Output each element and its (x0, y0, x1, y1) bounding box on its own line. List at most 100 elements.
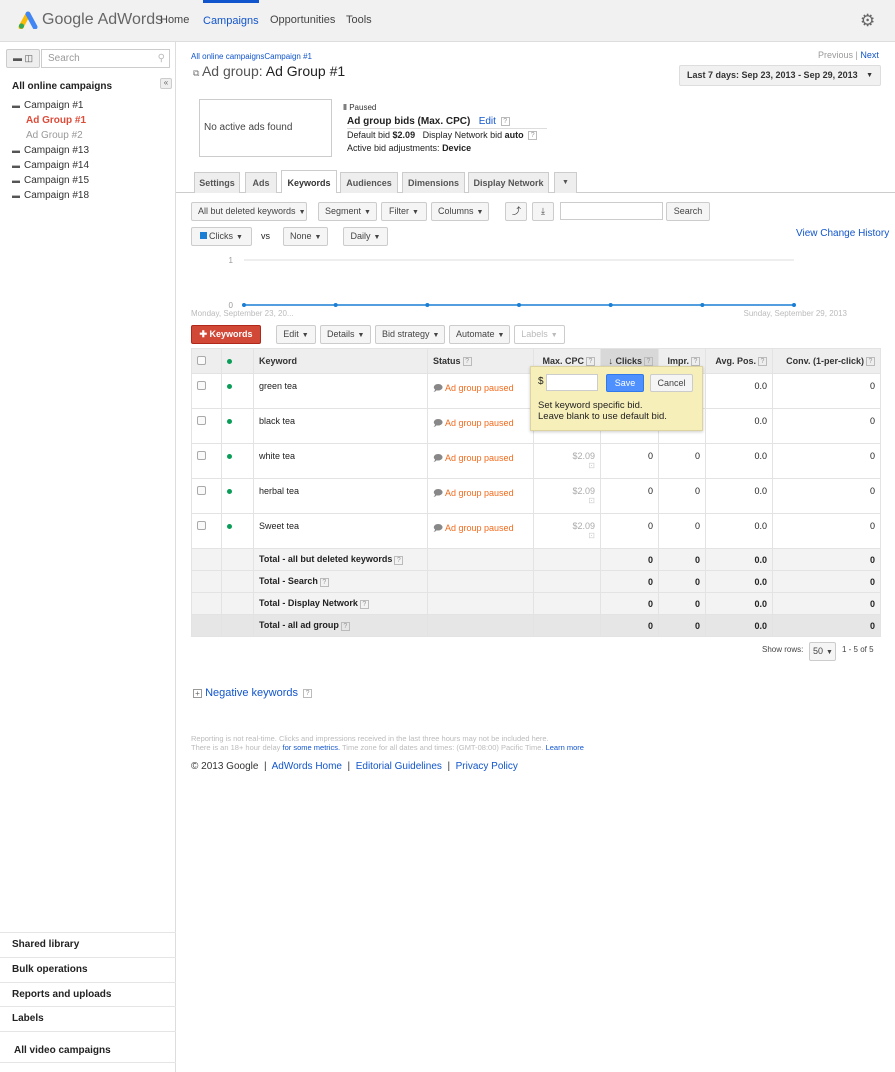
bid-strategy-button[interactable]: Bid strategy ▼ (375, 325, 445, 344)
max-cpc-cell[interactable]: $2.09 ⊡ (533, 443, 601, 479)
bid-simulator-icon[interactable]: ⊡ (539, 496, 595, 505)
chart-toggle-icon[interactable]: ⤴ (505, 202, 527, 221)
help-icon[interactable]: ? (586, 357, 595, 367)
bid-simulator-icon[interactable]: ⊡ (539, 531, 595, 540)
sidebar-tree-item[interactable]: ▬ Campaign #13 (12, 145, 89, 156)
sidebar-title[interactable]: All online campaigns (12, 81, 112, 92)
details-button[interactable]: Details ▼ (320, 325, 371, 344)
col-keyword[interactable]: Keyword (253, 348, 428, 374)
max-cpc-cell[interactable]: $2.09 ⊡ (533, 513, 601, 549)
comment-icon[interactable]: 🗩 (433, 418, 443, 428)
keyword-cell[interactable]: herbal tea (253, 478, 428, 514)
previous-link[interactable]: Previous (818, 50, 853, 60)
nav-opportunities[interactable]: Opportunities (270, 0, 335, 42)
help-icon[interactable]: ? (866, 357, 875, 367)
row-checkbox[interactable] (197, 381, 206, 390)
breadcrumb-all-campaigns[interactable]: All online campaigns (191, 52, 264, 61)
sidebar-tree-item[interactable]: ▬ Campaign #1 (12, 100, 83, 111)
comment-icon[interactable]: 🗩 (433, 453, 443, 463)
collapse-sidebar-icon[interactable]: « (160, 78, 172, 89)
folder-view-toggle[interactable]: ▬ ◫ (6, 49, 40, 68)
col-status[interactable]: Status? (427, 348, 534, 374)
data-point[interactable] (608, 303, 613, 307)
help-icon[interactable]: ? (303, 688, 313, 698)
privacy-policy-link[interactable]: Privacy Policy (456, 761, 518, 772)
help-icon[interactable]: ? (462, 357, 472, 367)
automate-button[interactable]: Automate ▼ (449, 325, 510, 344)
data-point[interactable] (517, 303, 521, 307)
some-metrics-link[interactable]: for some metrics. (283, 743, 341, 752)
row-checkbox[interactable] (197, 451, 206, 460)
help-icon[interactable]: ? (644, 357, 653, 367)
col-avg-pos[interactable]: Avg. Pos.? (705, 348, 773, 374)
sidebar-reports-uploads[interactable]: Reports and uploads (0, 982, 176, 1007)
more-tabs-button[interactable]: ▼ (554, 172, 577, 193)
breadcrumb-campaign[interactable]: Campaign #1 (264, 52, 312, 61)
col-conv[interactable]: Conv. (1-per-click)? (772, 348, 881, 374)
select-all-checkbox[interactable] (197, 355, 206, 365)
labels-button[interactable]: Labels ▼ (514, 325, 565, 344)
help-icon[interactable]: ? (359, 599, 369, 609)
download-icon[interactable]: ⤓ (532, 202, 554, 221)
help-icon[interactable]: ? (340, 621, 350, 631)
next-link[interactable]: Next (860, 50, 879, 60)
tab-dimensions[interactable]: Dimensions (402, 172, 465, 193)
sidebar-shared-library[interactable]: Shared library (0, 932, 176, 957)
sidebar-tree-item[interactable]: Ad Group #2 (26, 130, 83, 141)
keyword-cell[interactable]: Sweet tea (253, 513, 428, 549)
edit-button[interactable]: Edit ▼ (276, 325, 316, 344)
sidebar-tree-item[interactable]: ▬ Campaign #15 (12, 175, 89, 186)
negative-keywords-toggle[interactable]: + Negative keywords ? (193, 687, 313, 699)
segment-button[interactable]: Segment ▼ (318, 202, 377, 221)
sidebar-tree-item[interactable]: ▬ Campaign #14 (12, 160, 89, 171)
tab-ads[interactable]: Ads (245, 172, 277, 193)
columns-button[interactable]: Columns ▼ (431, 202, 489, 221)
help-icon[interactable]: ? (319, 577, 329, 587)
help-icon[interactable]: ? (500, 116, 510, 126)
keyword-cell[interactable]: white tea (253, 443, 428, 479)
sidebar-video-campaigns[interactable]: All video campaigns (0, 1031, 176, 1063)
nav-tools[interactable]: Tools (346, 0, 372, 42)
date-range-selector[interactable]: Last 7 days: Sep 23, 2013 - Sep 29, 2013… (679, 65, 881, 86)
help-icon[interactable]: ? (528, 131, 538, 141)
keyword-filter-dropdown[interactable]: All but deleted keywords ▼ (191, 202, 307, 221)
edit-bids-link[interactable]: Edit (479, 116, 496, 127)
editorial-guidelines-link[interactable]: Editorial Guidelines (356, 761, 442, 772)
sidebar-labels[interactable]: Labels (0, 1006, 176, 1031)
help-icon[interactable]: ? (758, 357, 767, 367)
help-icon[interactable]: ? (394, 555, 404, 565)
data-point[interactable] (242, 303, 246, 307)
tab-settings[interactable]: Settings (194, 172, 240, 193)
max-cpc-cell[interactable]: $2.09 ⊡ (533, 478, 601, 514)
sidebar-search-input[interactable]: Search ⚲ (41, 49, 170, 68)
save-button[interactable]: Save (606, 374, 644, 392)
gear-icon[interactable]: ⚙ (860, 11, 875, 31)
row-checkbox[interactable] (197, 416, 206, 425)
adwords-logo[interactable]: Google AdWords (18, 11, 163, 29)
search-button[interactable]: Search (666, 202, 710, 221)
data-point[interactable] (700, 303, 705, 307)
period-dropdown[interactable]: Daily ▼ (343, 227, 388, 246)
bid-input[interactable] (546, 374, 598, 391)
sidebar-bulk-operations[interactable]: Bulk operations (0, 957, 176, 982)
help-icon[interactable]: ? (691, 357, 700, 367)
adwords-home-link[interactable]: AdWords Home (272, 761, 342, 772)
data-point[interactable] (333, 303, 338, 307)
keyword-cell[interactable]: green tea (253, 373, 428, 409)
tab-keywords[interactable]: Keywords (281, 170, 337, 193)
cancel-button[interactable]: Cancel (650, 374, 693, 392)
tab-audiences[interactable]: Audiences (340, 172, 398, 193)
tab-display-network[interactable]: Display Network (468, 172, 549, 193)
rows-per-page-dropdown[interactable]: 50 ▼ (809, 642, 836, 661)
row-checkbox[interactable] (197, 486, 206, 495)
bid-simulator-icon[interactable]: ⊡ (539, 461, 595, 470)
keyword-search-input[interactable] (560, 202, 663, 220)
comment-icon[interactable]: 🗩 (433, 488, 443, 498)
filter-button[interactable]: Filter ▼ (381, 202, 427, 221)
metric2-dropdown[interactable]: None ▼ (283, 227, 328, 246)
view-change-history-link[interactable]: View Change History (796, 228, 889, 239)
sidebar-tree-item[interactable]: ▬ Campaign #18 (12, 190, 89, 201)
data-point[interactable] (425, 303, 430, 307)
comment-icon[interactable]: 🗩 (433, 383, 443, 393)
row-checkbox[interactable] (197, 521, 206, 530)
